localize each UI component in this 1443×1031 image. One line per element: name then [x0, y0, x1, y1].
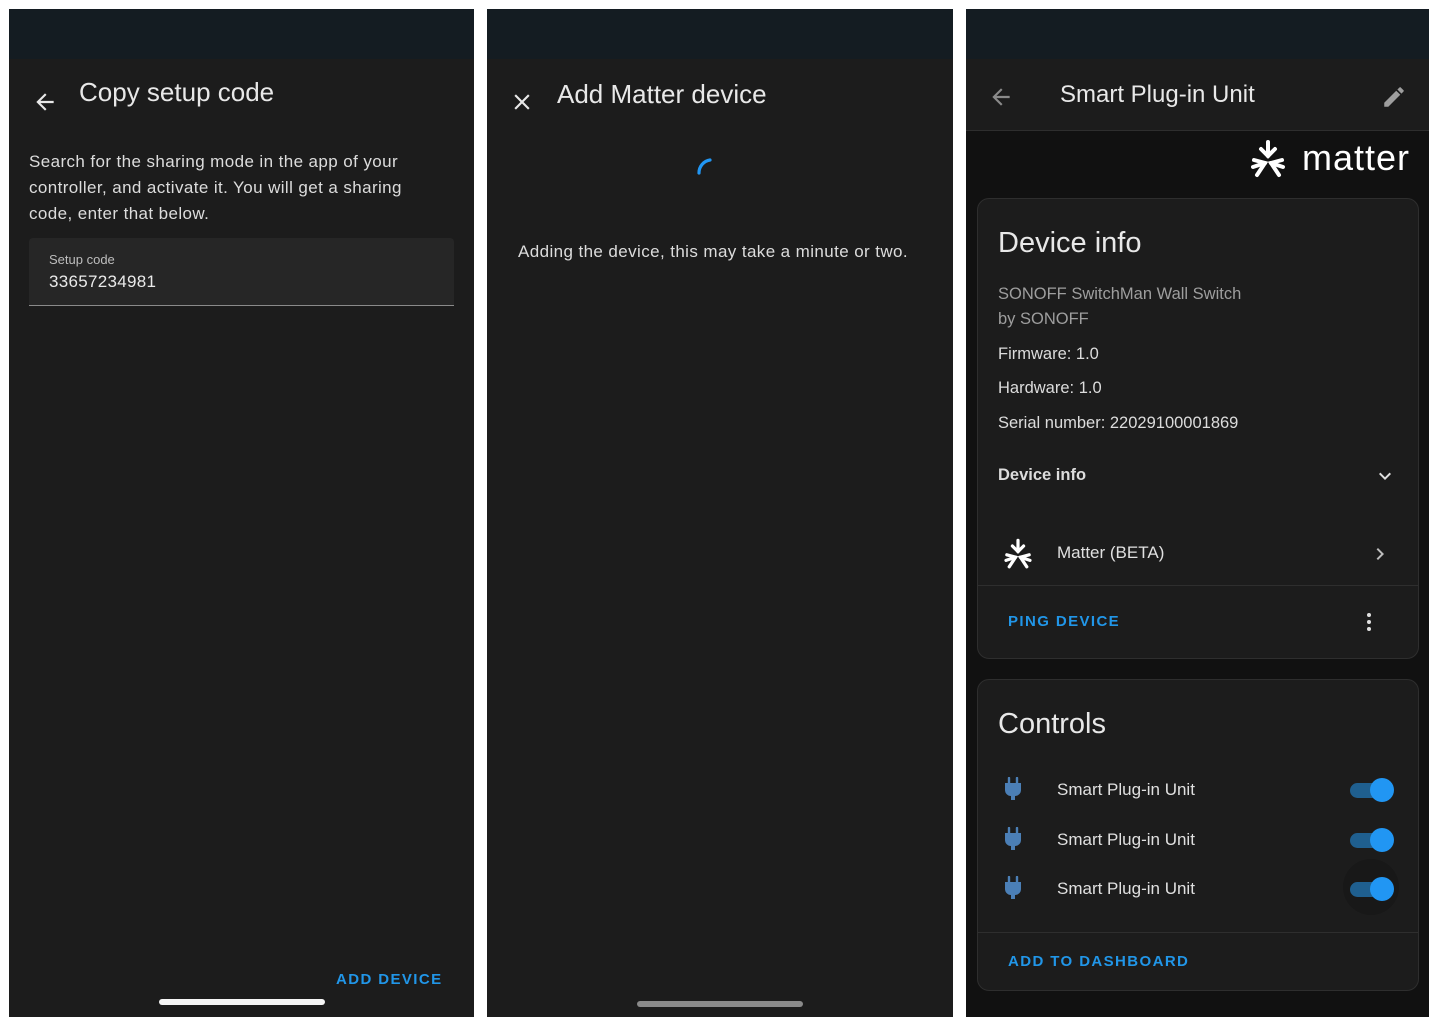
pencil-icon [1384, 87, 1404, 107]
close-button[interactable] [504, 84, 540, 120]
edit-button[interactable] [1376, 79, 1412, 115]
control-toggle[interactable] [1348, 827, 1394, 853]
page-title: Smart Plug-in Unit [1060, 81, 1255, 108]
control-row[interactable]: Smart Plug-in Unit [978, 772, 1418, 808]
card-divider [978, 932, 1418, 933]
home-indicator[interactable] [637, 1001, 803, 1007]
app-bar: Add Matter device [487, 59, 953, 139]
app-bar: Smart Plug-in Unit [966, 59, 1429, 131]
matter-logo-icon [1251, 140, 1285, 177]
setup-code-field[interactable]: Setup code 33657234981 [29, 238, 454, 306]
device-info-card: Device info SONOFF SwitchMan Wall Switch… [977, 198, 1419, 659]
matter-integration-label: Matter (BETA) [1057, 543, 1165, 562]
instructions-text: Search for the sharing mode in the app o… [29, 152, 402, 223]
chevron-right-icon [1376, 548, 1384, 560]
status-bar [9, 9, 474, 59]
chevron-down-icon [1379, 472, 1391, 480]
power-plug-icon [1005, 876, 1021, 899]
arrow-back-icon [36, 93, 54, 111]
ping-device-button[interactable]: PING DEVICE [1008, 613, 1120, 630]
hardware-version: Hardware: 1.0 [998, 379, 1102, 397]
progress-message: Adding the device, this may take a minut… [518, 242, 909, 261]
app-bar: Copy setup code [9, 59, 474, 139]
control-row[interactable]: Smart Plug-in Unit [978, 822, 1418, 858]
close-icon [514, 94, 530, 110]
controls-heading: Controls [998, 708, 1106, 740]
add-device-button[interactable]: ADD DEVICE [336, 971, 443, 988]
matter-integration-icon [1004, 538, 1032, 569]
device-info-expander[interactable]: Device info [978, 447, 1418, 501]
add-matter-device-screen: Add Matter device Adding the device, thi… [487, 9, 953, 1017]
firmware-version: Firmware: 1.0 [998, 345, 1099, 363]
setup-code-label: Setup code [49, 252, 115, 267]
control-label: Smart Plug-in Unit [1057, 879, 1195, 898]
control-toggle[interactable] [1348, 876, 1394, 902]
serial-number: Serial number: 22029100001869 [998, 414, 1239, 432]
controls-card: Controls Smart Plug-in Unit Smart Plug-i… [977, 679, 1419, 991]
control-label: Smart Plug-in Unit [1057, 830, 1195, 849]
home-indicator[interactable] [159, 999, 325, 1005]
add-to-dashboard-button[interactable]: ADD TO DASHBOARD [1008, 953, 1189, 970]
arrow-back-icon [992, 88, 1010, 106]
back-button[interactable] [27, 84, 63, 120]
back-button[interactable] [983, 79, 1019, 115]
card-divider [978, 585, 1418, 586]
device-info-heading: Device info [998, 227, 1142, 259]
control-toggle[interactable] [1348, 777, 1394, 803]
matter-logo-text: matter [1302, 137, 1411, 178]
device-page-screen: Smart Plug-in Unit matter Device info SO… [966, 9, 1429, 1017]
device-model: SONOFF SwitchMan Wall Switch [998, 285, 1242, 303]
status-bar [487, 9, 953, 59]
setup-code-value: 33657234981 [49, 272, 157, 291]
expander-label: Device info [998, 466, 1087, 484]
more-vert-icon[interactable] [1357, 610, 1381, 634]
power-plug-icon [1005, 777, 1021, 800]
loading-spinner-icon [697, 158, 712, 175]
matter-integration-row[interactable]: Matter (BETA) [978, 521, 1418, 585]
control-label: Smart Plug-in Unit [1057, 780, 1195, 799]
copy-setup-code-screen: Copy setup code Search for the sharing m… [9, 9, 474, 1017]
power-plug-icon [1005, 827, 1021, 850]
page-title: Add Matter device [557, 79, 767, 109]
control-row[interactable]: Smart Plug-in Unit [978, 859, 1418, 915]
status-bar [966, 9, 1429, 59]
device-manufacturer: by SONOFF [998, 310, 1089, 328]
page-title: Copy setup code [79, 77, 275, 107]
